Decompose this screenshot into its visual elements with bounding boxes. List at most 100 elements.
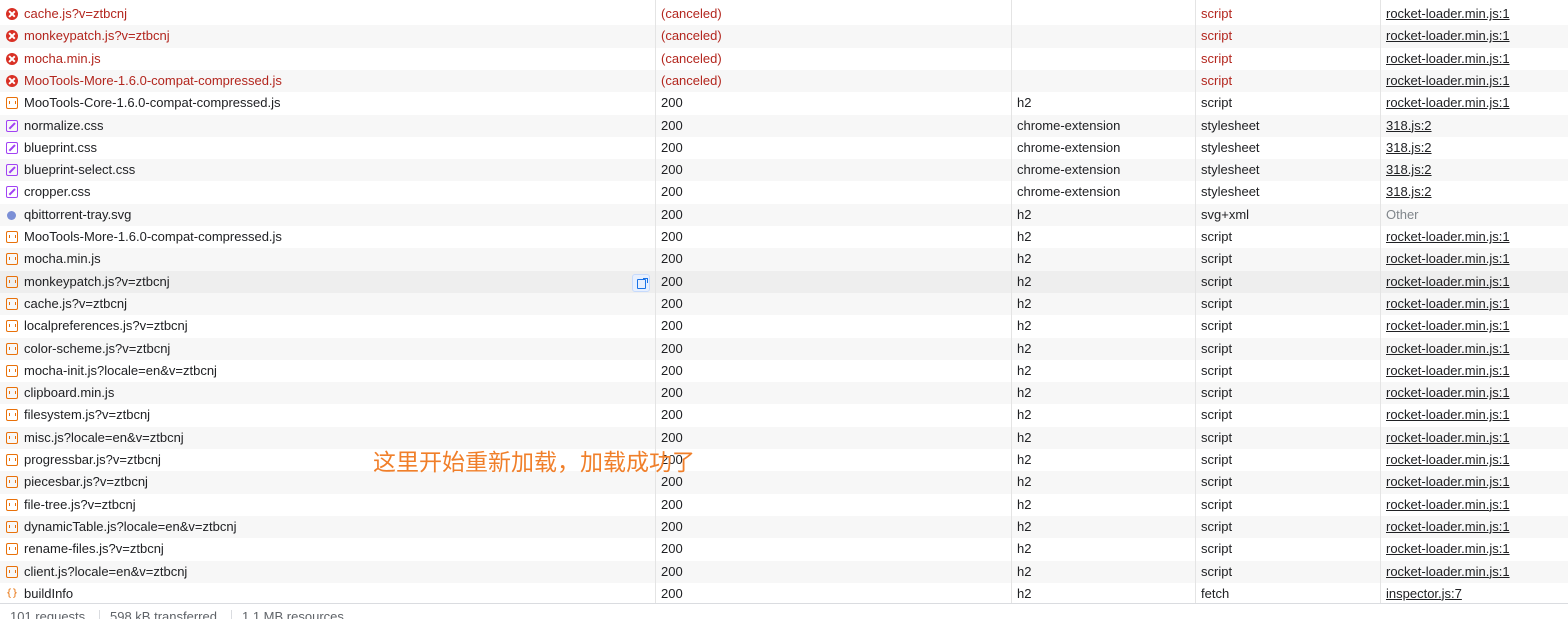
request-protocol <box>1017 25 1192 47</box>
request-row[interactable]: cache.js?v=ztbcnj (canceled) script rocket-… <box>0 3 1568 25</box>
request-status: 200 <box>661 95 683 111</box>
request-row[interactable]: {} buildInfo 200 h2 fetch inspector.js:7 <box>0 583 1568 605</box>
script-icon <box>6 431 18 444</box>
column-divider[interactable] <box>1380 0 1381 603</box>
request-initiator[interactable]: rocket-loader.min.js:1 <box>1386 404 1566 426</box>
stylesheet-icon <box>6 186 18 199</box>
request-type: script <box>1201 273 1233 289</box>
request-row[interactable]: client.js?locale=en&v=ztbcnj 200 h2 script r… <box>0 560 1568 583</box>
request-row[interactable]: normalize.css 200 chrome-extension styleshe… <box>0 114 1568 137</box>
request-row[interactable]: dynamicTable.js?locale=en&v=ztbcnj 200 h2 s… <box>0 515 1568 539</box>
request-name: clipboard.min.js <box>24 385 115 401</box>
request-status: 200 <box>661 385 683 401</box>
request-name: blueprint.css <box>24 139 97 155</box>
request-initiator[interactable]: rocket-loader.min.js:1 <box>1386 226 1566 248</box>
request-initiator[interactable]: rocket-loader.min.js:1 <box>1386 449 1566 471</box>
request-initiator[interactable]: rocket-loader.min.js:1 <box>1386 516 1566 538</box>
request-status: 200 <box>661 496 683 512</box>
script-icon <box>6 297 18 310</box>
request-status: (canceled) <box>661 28 722 44</box>
request-row[interactable]: MooTools-More-1.6.0-compat-compressed.js… <box>0 226 1568 248</box>
request-type: script <box>1201 452 1233 467</box>
request-initiator[interactable]: rocket-loader.min.js:1 <box>1386 427 1566 449</box>
request-row[interactable]: clipboard.min.js 200 h2 script rocket-loader… <box>0 382 1568 405</box>
request-row[interactable]: progressbar.js?v=ztbcnj 200 h2 script rocket… <box>0 449 1568 471</box>
request-status: 200 <box>661 273 683 289</box>
request-row[interactable]: mocha.min.js (canceled) script rocket-loade… <box>0 48 1568 70</box>
request-name: rename-files.js?v=ztbcnj <box>24 541 164 557</box>
request-protocol <box>1017 48 1192 70</box>
request-row[interactable]: monkeypatch.js?v=ztbcnj 200 h2 script rocket… <box>0 270 1568 293</box>
request-initiator[interactable]: 318.js:2 <box>1386 181 1566 203</box>
request-protocol: h2 <box>1017 340 1032 356</box>
request-initiator[interactable]: rocket-loader.min.js:1 <box>1386 471 1566 493</box>
request-type: script <box>1201 340 1233 356</box>
request-initiator[interactable]: rocket-loader.min.js:1 <box>1386 338 1566 360</box>
request-initiator[interactable]: rocket-loader.min.js:1 <box>1386 360 1566 382</box>
request-protocol: h2 <box>1017 496 1032 512</box>
request-name: monkeypatch.js?v=ztbcnj <box>24 28 170 44</box>
request-name: blueprint-select.css <box>24 162 136 178</box>
request-protocol: h2 <box>1017 206 1032 222</box>
request-initiator[interactable]: rocket-loader.min.js:1 <box>1386 92 1566 114</box>
request-status: (canceled) <box>661 50 722 66</box>
request-type: script <box>1201 385 1233 401</box>
request-protocol: h2 <box>1017 452 1032 467</box>
request-status: 200 <box>661 117 683 133</box>
request-row[interactable]: mocha-init.js?locale=en&v=ztbcnj 200 h2 scr… <box>0 360 1568 382</box>
request-row[interactable]: file-tree.js?v=ztbcnj 200 h2 script rocket-l… <box>0 494 1568 516</box>
request-initiator[interactable]: rocket-loader.min.js:1 <box>1386 315 1566 337</box>
request-initiator[interactable]: 318.js:2 <box>1386 137 1566 159</box>
script-icon <box>6 231 18 243</box>
request-row[interactable]: piecesbar.js?v=ztbcnj 200 h2 script rocket-l… <box>0 471 1568 494</box>
request-row[interactable]: MooTools-More-1.6.0-compat-compressed.js… <box>0 69 1568 93</box>
request-initiator[interactable]: rocket-loader.min.js:1 <box>1386 48 1566 70</box>
request-type: stylesheet <box>1201 162 1260 178</box>
request-initiator[interactable]: rocket-loader.min.js:1 <box>1386 271 1566 293</box>
request-initiator[interactable]: inspector.js:7 <box>1386 583 1566 605</box>
request-initiator[interactable]: rocket-loader.min.js:1 <box>1386 382 1566 404</box>
request-initiator[interactable]: rocket-loader.min.js:1 <box>1386 494 1566 516</box>
request-status: 200 <box>661 474 683 490</box>
request-name: MooTools-More-1.6.0-compat-compressed.js <box>24 229 282 244</box>
request-row[interactable]: filesystem.js?v=ztbcnj 200 h2 script rocket-… <box>0 404 1568 426</box>
column-divider[interactable] <box>1011 0 1012 603</box>
request-initiator[interactable]: rocket-loader.min.js:1 <box>1386 561 1566 583</box>
script-icon <box>6 342 18 355</box>
request-status: 200 <box>661 541 683 557</box>
request-initiator[interactable]: rocket-loader.min.js:1 <box>1386 538 1566 560</box>
request-status: 200 <box>661 585 683 601</box>
request-protocol: h2 <box>1017 474 1032 490</box>
request-row[interactable]: cropper.css 200 chrome-extension stylesheet… <box>0 181 1568 203</box>
request-initiator[interactable]: 318.js:2 <box>1386 115 1566 137</box>
request-name: cropper.css <box>24 184 91 200</box>
request-status: 200 <box>661 318 683 334</box>
request-row[interactable]: blueprint-select.css 200 chrome-extension s… <box>0 159 1568 182</box>
request-initiator[interactable]: rocket-loader.min.js:1 <box>1386 25 1566 47</box>
request-protocol: chrome-extension <box>1017 162 1121 178</box>
request-protocol: h2 <box>1017 273 1032 289</box>
request-row[interactable]: qbittorrent-tray.svg 200 h2 svg+xml Other <box>0 203 1568 226</box>
request-row[interactable]: localpreferences.js?v=ztbcnj 200 h2 script r… <box>0 315 1568 337</box>
request-row[interactable]: cache.js?v=ztbcnj 200 h2 script rocket-loade… <box>0 292 1568 316</box>
request-row[interactable]: misc.js?locale=en&v=ztbcnj 200 h2 script roc… <box>0 426 1568 449</box>
request-initiator[interactable]: rocket-loader.min.js:1 <box>1386 3 1566 25</box>
copy-icon[interactable] <box>632 274 650 292</box>
request-row[interactable]: monkeypatch.js?v=ztbcnj (canceled) script r… <box>0 25 1568 48</box>
request-protocol: chrome-extension <box>1017 117 1121 133</box>
script-icon <box>6 454 18 466</box>
column-divider[interactable] <box>1195 0 1196 603</box>
request-protocol: h2 <box>1017 295 1032 311</box>
request-row[interactable]: rename-files.js?v=ztbcnj 200 h2 script rocke… <box>0 538 1568 560</box>
request-row[interactable]: color-scheme.js?v=ztbcnj 200 h2 script rocke… <box>0 337 1568 360</box>
request-initiator[interactable]: rocket-loader.min.js:1 <box>1386 248 1566 270</box>
request-initiator[interactable]: rocket-loader.min.js:1 <box>1386 70 1566 92</box>
request-initiator[interactable]: rocket-loader.min.js:1 <box>1386 293 1566 315</box>
column-divider[interactable] <box>655 0 656 603</box>
request-row[interactable]: mocha.min.js 200 h2 script rocket-loader.min… <box>0 248 1568 271</box>
request-type: script <box>1201 28 1233 44</box>
request-initiator[interactable]: 318.js:2 <box>1386 159 1566 181</box>
request-name: dynamicTable.js?locale=en&v=ztbcnj <box>24 518 237 534</box>
request-row[interactable]: blueprint.css 200 chrome-extension styleshe… <box>0 137 1568 159</box>
request-row[interactable]: MooTools-Core-1.6.0-compat-compressed.js… <box>0 92 1568 114</box>
